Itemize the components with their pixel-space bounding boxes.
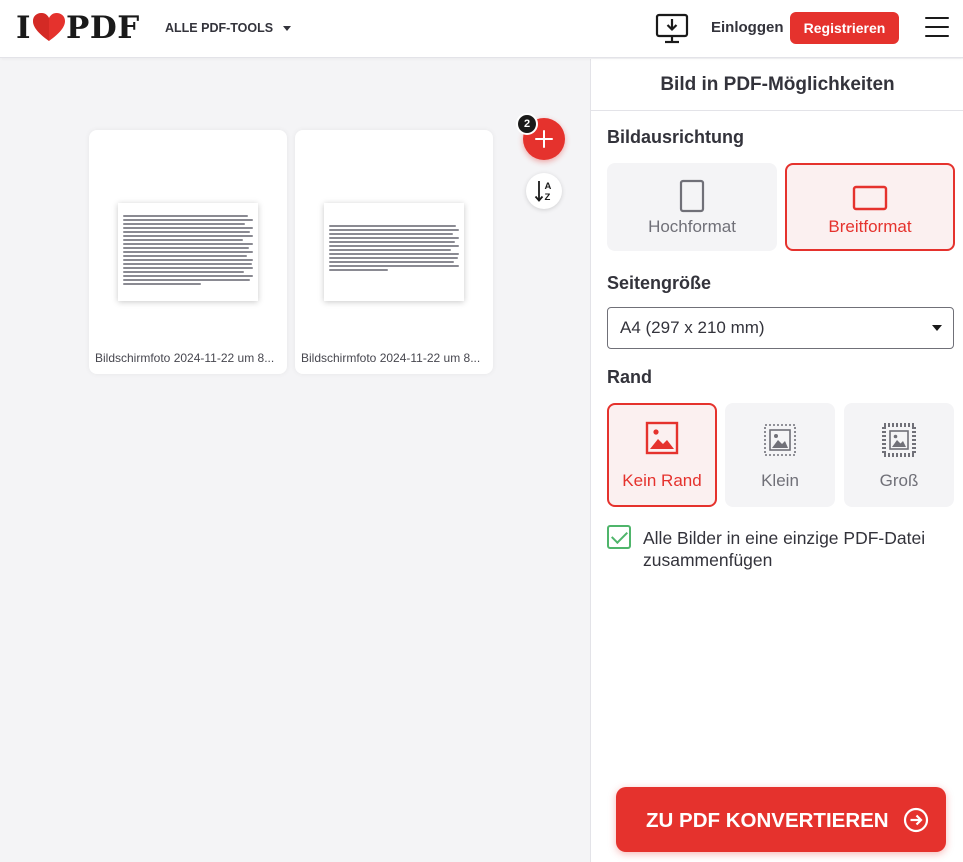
margin-option-label: Klein xyxy=(761,471,799,490)
login-link[interactable]: Einloggen xyxy=(711,19,784,36)
page-size-value: A4 (297 x 210 mm) xyxy=(620,318,765,337)
svg-text:A: A xyxy=(545,181,552,192)
orientation-option-label: Hochformat xyxy=(648,217,736,236)
desktop-download-icon[interactable] xyxy=(655,13,689,45)
tools-menu-label: ALLE PDF-TOOLS xyxy=(165,21,274,35)
big-margin-icon xyxy=(882,423,916,457)
sort-az-icon[interactable]: A Z xyxy=(526,173,562,209)
no-margin-icon xyxy=(645,421,679,455)
orientation-portrait-button[interactable]: Hochformat xyxy=(607,163,777,251)
file-card[interactable]: Bildschirmfoto 2024-11-22 um 8... xyxy=(295,130,493,374)
caret-down-icon xyxy=(932,325,942,331)
file-name: Bildschirmfoto 2024-11-22 um 8... xyxy=(95,351,275,365)
orientation-option-label: Breitformat xyxy=(828,217,912,236)
margin-label: Rand xyxy=(607,367,652,387)
file-card[interactable]: Bildschirmfoto 2024-11-22 um 8... xyxy=(89,130,287,374)
all-pdf-tools-menu[interactable]: ALLE PDF-TOOLS xyxy=(165,21,292,35)
register-button[interactable]: Registrieren xyxy=(790,12,899,44)
margin-option-label: Kein Rand xyxy=(622,471,702,490)
arrow-right-circle-icon xyxy=(903,807,929,833)
convert-to-pdf-button[interactable]: ZU PDF KONVERTIEREN xyxy=(616,787,946,852)
file-thumbnail xyxy=(118,203,258,301)
merge-checkbox[interactable] xyxy=(607,525,631,549)
margin-none-button[interactable]: Kein Rand xyxy=(607,403,717,507)
sidebar-title: Bild in PDF-Möglichkeiten xyxy=(591,59,963,111)
page-size-select[interactable]: A4 (297 x 210 mm) xyxy=(607,307,954,349)
margin-big-button[interactable]: Groß xyxy=(844,403,954,507)
heart-icon xyxy=(33,13,66,41)
margin-small-button[interactable]: Klein xyxy=(725,403,835,507)
convert-button-label: ZU PDF KONVERTIEREN xyxy=(646,809,889,832)
merge-checkbox-label[interactable]: Alle Bilder in eine einzige PDF-Datei zu… xyxy=(643,527,953,571)
portrait-icon xyxy=(679,179,705,213)
page-size-label: Seitengröße xyxy=(607,273,712,293)
orientation-label: Bildausrichtung xyxy=(607,127,745,147)
ilovepdf-logo[interactable]: I PDF xyxy=(16,10,140,46)
caret-down-icon xyxy=(283,25,292,31)
orientation-landscape-button[interactable]: Breitformat xyxy=(785,163,955,251)
top-header: I PDF ALLE PDF-TOOLS Einloggen Registrie… xyxy=(0,0,963,58)
file-workspace: Bildschirmfoto 2024-11-22 um 8... Bildsc… xyxy=(0,59,590,862)
logo-text-pdf: PDF xyxy=(66,10,140,46)
file-name: Bildschirmfoto 2024-11-22 um 8... xyxy=(301,351,481,365)
svg-text:Z: Z xyxy=(545,192,551,203)
margin-option-label: Groß xyxy=(879,471,919,490)
hamburger-menu-icon[interactable] xyxy=(925,17,949,37)
options-sidebar: Bild in PDF-Möglichkeiten Bildausrichtun… xyxy=(590,59,963,862)
file-thumbnail xyxy=(324,203,464,301)
logo-text-i: I xyxy=(16,10,32,46)
small-margin-icon xyxy=(764,424,796,456)
file-count-badge: 2 xyxy=(516,113,538,135)
landscape-icon xyxy=(852,185,888,211)
